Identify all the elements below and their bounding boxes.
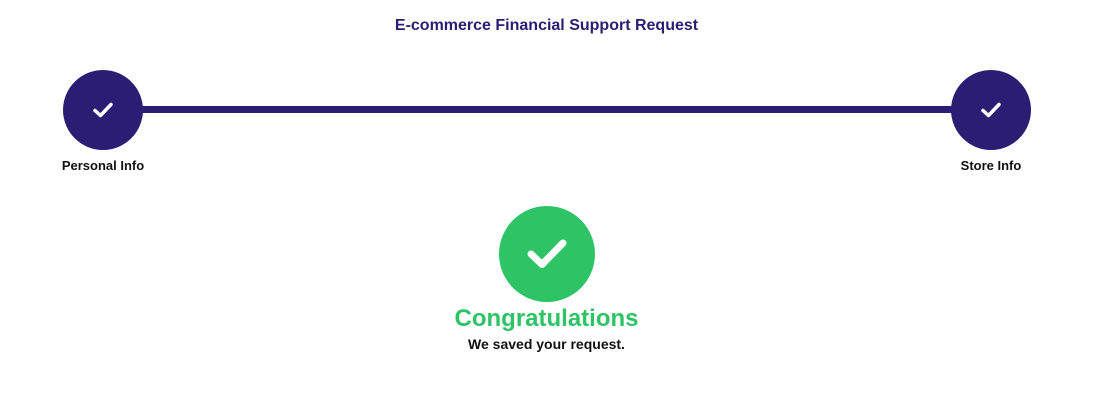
check-circle-icon — [527, 239, 567, 268]
success-title: Congratulations — [454, 305, 639, 332]
step-label-personal-info: Personal Info — [61, 158, 145, 173]
success-check-circle — [499, 206, 595, 302]
step-label-store-info: Store Info — [960, 158, 1022, 173]
check-icon — [981, 102, 1001, 118]
step-store-info[interactable] — [951, 70, 1031, 150]
success-message: We saved your request. — [468, 336, 625, 352]
step-personal-info[interactable] — [63, 70, 143, 150]
progress-line — [103, 106, 991, 113]
form-title: E-commerce Financial Support Request — [394, 17, 699, 34]
check-icon — [93, 102, 113, 118]
